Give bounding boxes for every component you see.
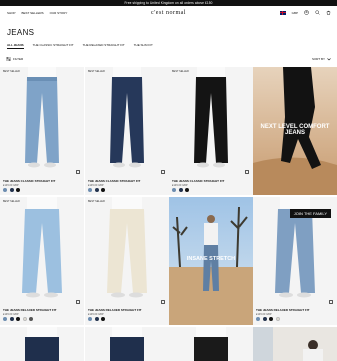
filter-icon: [6, 57, 11, 61]
swatch[interactable]: [172, 188, 176, 192]
swatch[interactable]: [275, 317, 280, 321]
swatch[interactable]: [94, 317, 99, 321]
product-badge: BEST SELLER: [88, 200, 105, 203]
swatch[interactable]: [269, 317, 273, 321]
collection-tabs: ALL JEANS THE CLASSIC STRAIGHT FIT THE R…: [7, 43, 153, 49]
product-image[interactable]: BEST SELLER: [85, 67, 169, 195]
product-image-partial[interactable]: [85, 327, 169, 361]
light-wash-relaxed-jeans-image: [0, 197, 84, 325]
page-title: JEANS: [7, 28, 35, 37]
product-name[interactable]: THE JEANS RELAXED STRAIGHT FIT: [3, 308, 57, 312]
color-swatches: [88, 188, 105, 192]
tab-slim-fit[interactable]: THE SLIM FIT: [134, 43, 153, 49]
product-name[interactable]: THE JEANS CLASSIC STRAIGHT FIT: [3, 179, 55, 183]
product-image[interactable]: BEST SELLER: [0, 67, 84, 195]
swatch[interactable]: [256, 317, 260, 321]
product-badge: BEST SELLER: [3, 200, 20, 203]
cart-icon[interactable]: [326, 10, 331, 15]
promo-tile-stretch[interactable]: INSANE STRETCH: [169, 197, 253, 325]
black-jeans-image: [169, 67, 253, 195]
tab-all-jeans[interactable]: ALL JEANS: [7, 43, 24, 49]
color-swatches: [3, 188, 20, 192]
product-name[interactable]: THE JEANS CLASSIC STRAIGHT FIT: [172, 179, 224, 183]
product-image[interactable]: BEST SELLER: [169, 67, 253, 195]
promo-tile-title: INSANE STRETCH: [186, 256, 236, 262]
product-price: £145.00 GBP: [3, 184, 19, 187]
uk-flag-icon[interactable]: [279, 10, 286, 15]
swatch[interactable]: [9, 317, 14, 321]
dark-jeans-partial-image: [0, 327, 84, 361]
product-image[interactable]: BEST SELLER: [85, 197, 169, 325]
swatch[interactable]: [185, 188, 189, 192]
product-image-partial[interactable]: [0, 327, 84, 361]
product-name[interactable]: THE JEANS CLASSIC STRAIGHT FIT: [88, 179, 140, 183]
search-icon[interactable]: [315, 10, 320, 15]
product-name[interactable]: THE JEANS RELAXED STRAIGHT FIT: [256, 308, 310, 312]
product-price: £145.00 GBP: [3, 313, 19, 316]
product-image[interactable]: BEST SELLER: [0, 197, 84, 325]
tab-classic-straight[interactable]: THE CLASSIC STRAIGHT FIT: [33, 43, 74, 49]
swatch[interactable]: [178, 188, 183, 192]
sort-button[interactable]: SORT BY: [312, 57, 331, 61]
light-wash-jeans-image: [0, 67, 84, 195]
product-price: £145.00 GBP: [88, 184, 104, 187]
color-swatches: [88, 317, 105, 321]
filter-button[interactable]: FILTER: [6, 57, 23, 61]
swatch[interactable]: [9, 188, 14, 192]
header: SHOP BEST SELLERS OUR STORY c'est normal…: [0, 6, 337, 22]
quick-add-icon[interactable]: [76, 170, 80, 174]
swatch[interactable]: [3, 317, 7, 321]
dark-wash-jeans-image: [85, 67, 169, 195]
color-swatches: [3, 317, 33, 321]
swatch[interactable]: [29, 317, 33, 321]
promo-tile-title: NEXT LEVEL COMFORT JEANS: [260, 124, 330, 137]
account-icon[interactable]: [304, 10, 309, 15]
swatch[interactable]: [101, 188, 105, 192]
join-the-family-button[interactable]: JOIN THE FAMILY: [289, 209, 331, 218]
swatch[interactable]: [94, 188, 99, 192]
quick-add-icon[interactable]: [329, 300, 333, 304]
swatch[interactable]: [88, 317, 92, 321]
lifestyle-image-partial[interactable]: [253, 327, 337, 361]
swatch[interactable]: [88, 188, 92, 192]
quick-add-icon[interactable]: [161, 170, 165, 174]
chevron-down-icon: [327, 57, 331, 60]
black-jeans-partial-image: [169, 327, 253, 361]
swatch[interactable]: [3, 188, 7, 192]
product-price: £145.00 GBP: [88, 313, 104, 316]
product-price: £145.00 GBP: [172, 184, 188, 187]
swatch[interactable]: [101, 317, 105, 321]
color-swatches: [256, 317, 280, 321]
product-badge: BEST SELLER: [172, 70, 189, 73]
product-badge: BEST SELLER: [88, 70, 105, 73]
product-price: £145.00 GBP: [256, 313, 272, 316]
color-swatches: [172, 188, 189, 192]
quick-add-icon[interactable]: [76, 300, 80, 304]
tab-relaxed-straight[interactable]: THE RELAXED STRAIGHT FIT: [83, 43, 125, 49]
quick-add-icon[interactable]: [245, 170, 249, 174]
swatch[interactable]: [262, 317, 267, 321]
sort-label: SORT BY: [311, 57, 325, 61]
ecru-jeans-image: [85, 197, 169, 325]
filter-label: FILTER: [13, 57, 24, 61]
promo-tile-comfort[interactable]: NEXT LEVEL COMFORT JEANS: [253, 67, 337, 195]
currency-selector[interactable]: GBP: [292, 11, 298, 15]
swatch[interactable]: [22, 317, 27, 321]
product-name[interactable]: THE JEANS RELAXED STRAIGHT FIT: [88, 308, 142, 312]
swatch[interactable]: [16, 188, 20, 192]
header-actions: GBP: [279, 10, 331, 15]
interior-model-partial-image: [253, 327, 337, 361]
product-image-partial[interactable]: [169, 327, 253, 361]
quick-add-icon[interactable]: [161, 300, 165, 304]
swatch[interactable]: [16, 317, 20, 321]
dark-jeans-partial-image: [85, 327, 169, 361]
product-badge: BEST SELLER: [3, 70, 20, 73]
